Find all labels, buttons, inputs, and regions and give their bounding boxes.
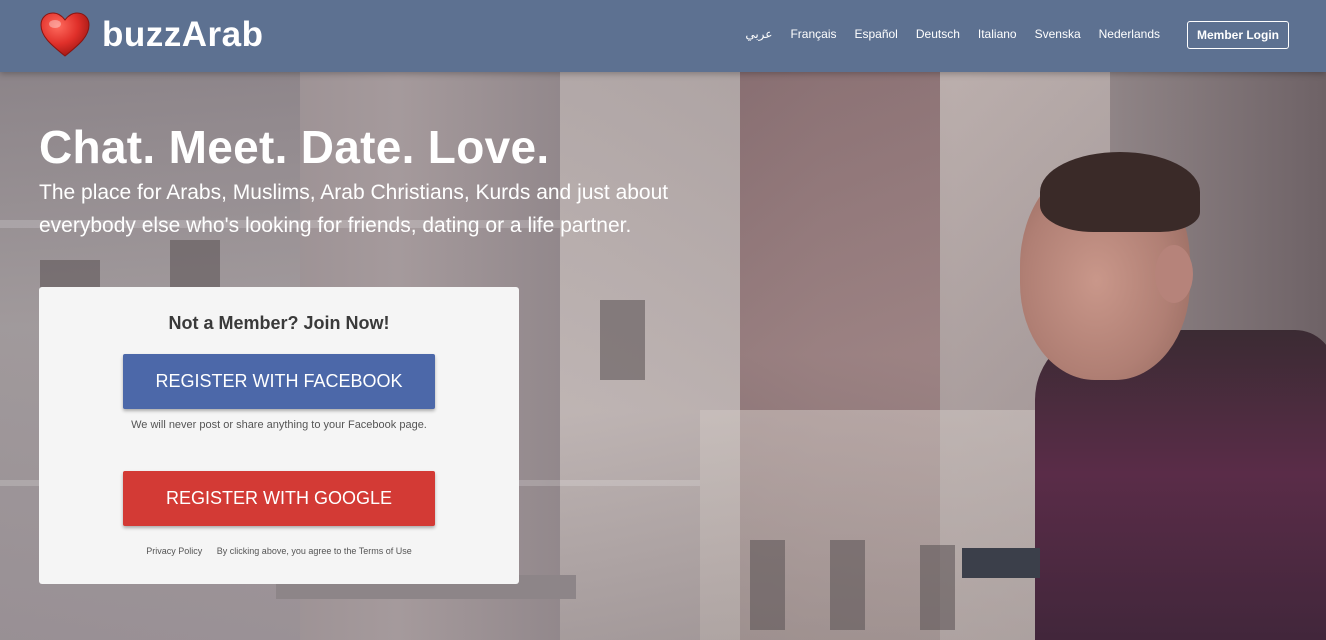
brand-logo[interactable]: buzzArab [40,12,264,58]
lang-spanish[interactable]: Español [854,27,897,41]
lang-german[interactable]: Deutsch [916,27,960,41]
signup-footer: Privacy Policy By clicking above, you ag… [39,546,519,556]
terms-of-use-notice[interactable]: By clicking above, you agree to the Term… [217,546,412,556]
privacy-policy-link[interactable]: Privacy Policy [146,546,202,556]
hero-headline: Chat. Meet. Date. Love. [39,121,550,173]
lang-swedish[interactable]: Svenska [1035,27,1081,41]
signup-card: Not a Member? Join Now! REGISTER WITH FA… [39,287,519,584]
hero-subline: The place for Arabs, Muslims, Arab Chris… [39,181,669,237]
register-facebook-button[interactable]: REGISTER WITH FACEBOOK [123,354,435,409]
top-navbar: buzzArab عربي Français Español Deutsch I… [0,0,1326,72]
lang-dutch[interactable]: Nederlands [1099,27,1160,41]
register-google-button[interactable]: REGISTER WITH GOOGLE [123,471,435,526]
lang-italian[interactable]: Italiano [978,27,1017,41]
heart-icon [40,12,90,57]
signup-title: Not a Member? Join Now! [168,313,390,333]
brand-name: buzzArab [102,15,264,54]
member-login-button[interactable]: Member Login [1187,21,1289,49]
lang-arabic[interactable]: عربي [745,27,772,41]
facebook-privacy-note: We will never post or share anything to … [131,419,427,431]
language-nav: عربي Français Español Deutsch Italiano S… [727,27,1160,41]
lang-french[interactable]: Français [790,27,836,41]
